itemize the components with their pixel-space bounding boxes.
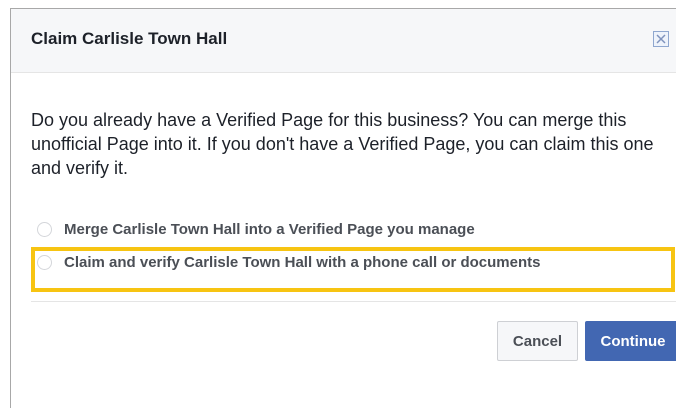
close-button[interactable] <box>653 31 669 47</box>
claim-option-label: Claim and verify Carlisle Town Hall with… <box>64 253 541 271</box>
continue-button[interactable]: Continue <box>585 321 676 361</box>
footer-divider <box>31 301 676 302</box>
merge-option[interactable]: Merge Carlisle Town Hall into a Verified… <box>37 218 475 240</box>
merge-option-label: Merge Carlisle Town Hall into a Verified… <box>64 220 475 238</box>
merge-radio[interactable] <box>37 221 52 237</box>
cancel-button[interactable]: Cancel <box>497 321 578 361</box>
dialog-title: Claim Carlisle Town Hall <box>31 29 228 48</box>
dialog-header: Claim Carlisle Town Hall <box>11 9 676 73</box>
close-icon <box>656 34 666 44</box>
claim-option[interactable]: Claim and verify Carlisle Town Hall with… <box>37 251 541 273</box>
claim-page-dialog: Claim Carlisle Town Hall Do you already … <box>10 8 676 408</box>
claim-radio[interactable] <box>37 254 52 270</box>
dialog-description: Do you already have a Verified Page for … <box>31 110 654 178</box>
